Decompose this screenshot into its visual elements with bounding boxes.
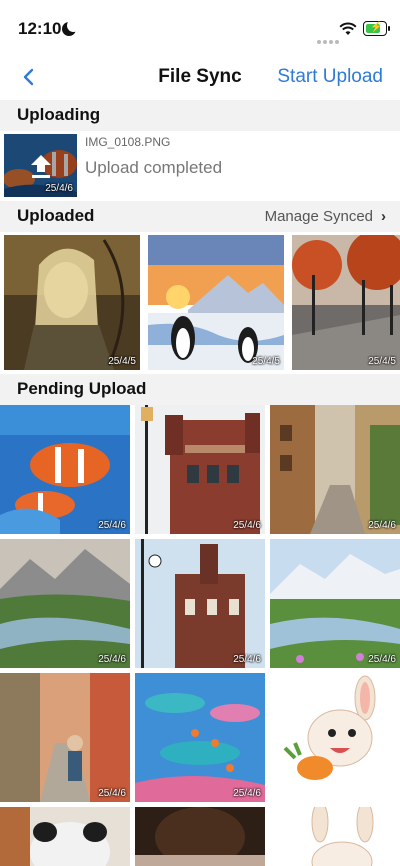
manage-synced-label: Manage Synced — [264, 208, 373, 225]
pending-date-5: 25/4/6 — [233, 654, 261, 665]
uploading-header: Uploading — [17, 105, 101, 124]
pending-photo-1[interactable]: 25/4/6 — [0, 405, 130, 534]
pending-photo-7[interactable]: 25/4/6 — [0, 673, 130, 802]
pending-photo-5[interactable]: 25/4/6 — [135, 539, 265, 668]
chevron-right-icon: › — [381, 208, 386, 225]
pending-photo-3[interactable]: 25/4/6 — [270, 405, 400, 534]
pending-section-header: Pending Upload — [0, 374, 400, 405]
wifi-icon — [339, 22, 357, 35]
uploading-section-header: Uploading — [0, 100, 400, 131]
status-bar: 12:10 ⚡ — [0, 0, 400, 56]
pending-photo-11[interactable] — [135, 807, 265, 866]
start-upload-button[interactable]: Start Upload — [277, 66, 383, 88]
pending-photo-9[interactable] — [270, 673, 400, 802]
battery-icon: ⚡ — [363, 21, 390, 36]
uploaded-date-1: 25/4/5 — [108, 356, 136, 367]
uploaded-date-3: 25/4/5 — [368, 356, 396, 367]
pending-header: Pending Upload — [17, 379, 147, 398]
uploading-thumbnail: 25/4/6 — [4, 134, 77, 197]
uploaded-date-2: 25/4/5 — [252, 356, 280, 367]
upload-arrow-icon — [31, 155, 51, 178]
pending-date-6: 25/4/6 — [368, 654, 396, 665]
pending-photo-6[interactable]: 25/4/6 — [270, 539, 400, 668]
uploaded-photo-3[interactable]: 25/4/5 — [292, 235, 400, 370]
pending-date-3: 25/4/6 — [368, 520, 396, 531]
nav-bar: File Sync Start Upload — [0, 56, 400, 100]
pending-date-8: 25/4/6 — [233, 788, 261, 799]
uploading-status: Upload completed — [85, 158, 223, 177]
uploading-date: 25/4/6 — [45, 183, 73, 194]
pending-date-1: 25/4/6 — [98, 520, 126, 531]
uploading-filename: IMG_0108.PNG — [85, 135, 171, 149]
signal-dots-icon — [317, 31, 341, 49]
uploaded-header: Uploaded — [17, 206, 95, 225]
pending-photo-12[interactable] — [270, 807, 400, 866]
moon-icon — [62, 19, 80, 36]
pending-photo-2[interactable]: 25/4/6 — [135, 405, 265, 534]
uploaded-photo-2[interactable]: 25/4/5 — [148, 235, 284, 370]
uploaded-section-header: Uploaded Manage Synced › — [0, 201, 400, 232]
pending-photo-10[interactable] — [0, 807, 130, 866]
pending-photo-4[interactable]: 25/4/6 — [0, 539, 130, 668]
status-time: 12:10 — [18, 19, 62, 38]
pending-date-7: 25/4/6 — [98, 788, 126, 799]
uploaded-photo-1[interactable]: 25/4/5 — [4, 235, 140, 370]
uploading-item[interactable]: 25/4/6 IMG_0108.PNG Upload completed — [0, 131, 400, 201]
manage-synced-link[interactable]: Manage Synced › — [265, 208, 386, 225]
pending-photo-8[interactable]: 25/4/6 — [135, 673, 265, 802]
pending-date-4: 25/4/6 — [98, 654, 126, 665]
pending-date-2: 25/4/6 — [233, 520, 261, 531]
